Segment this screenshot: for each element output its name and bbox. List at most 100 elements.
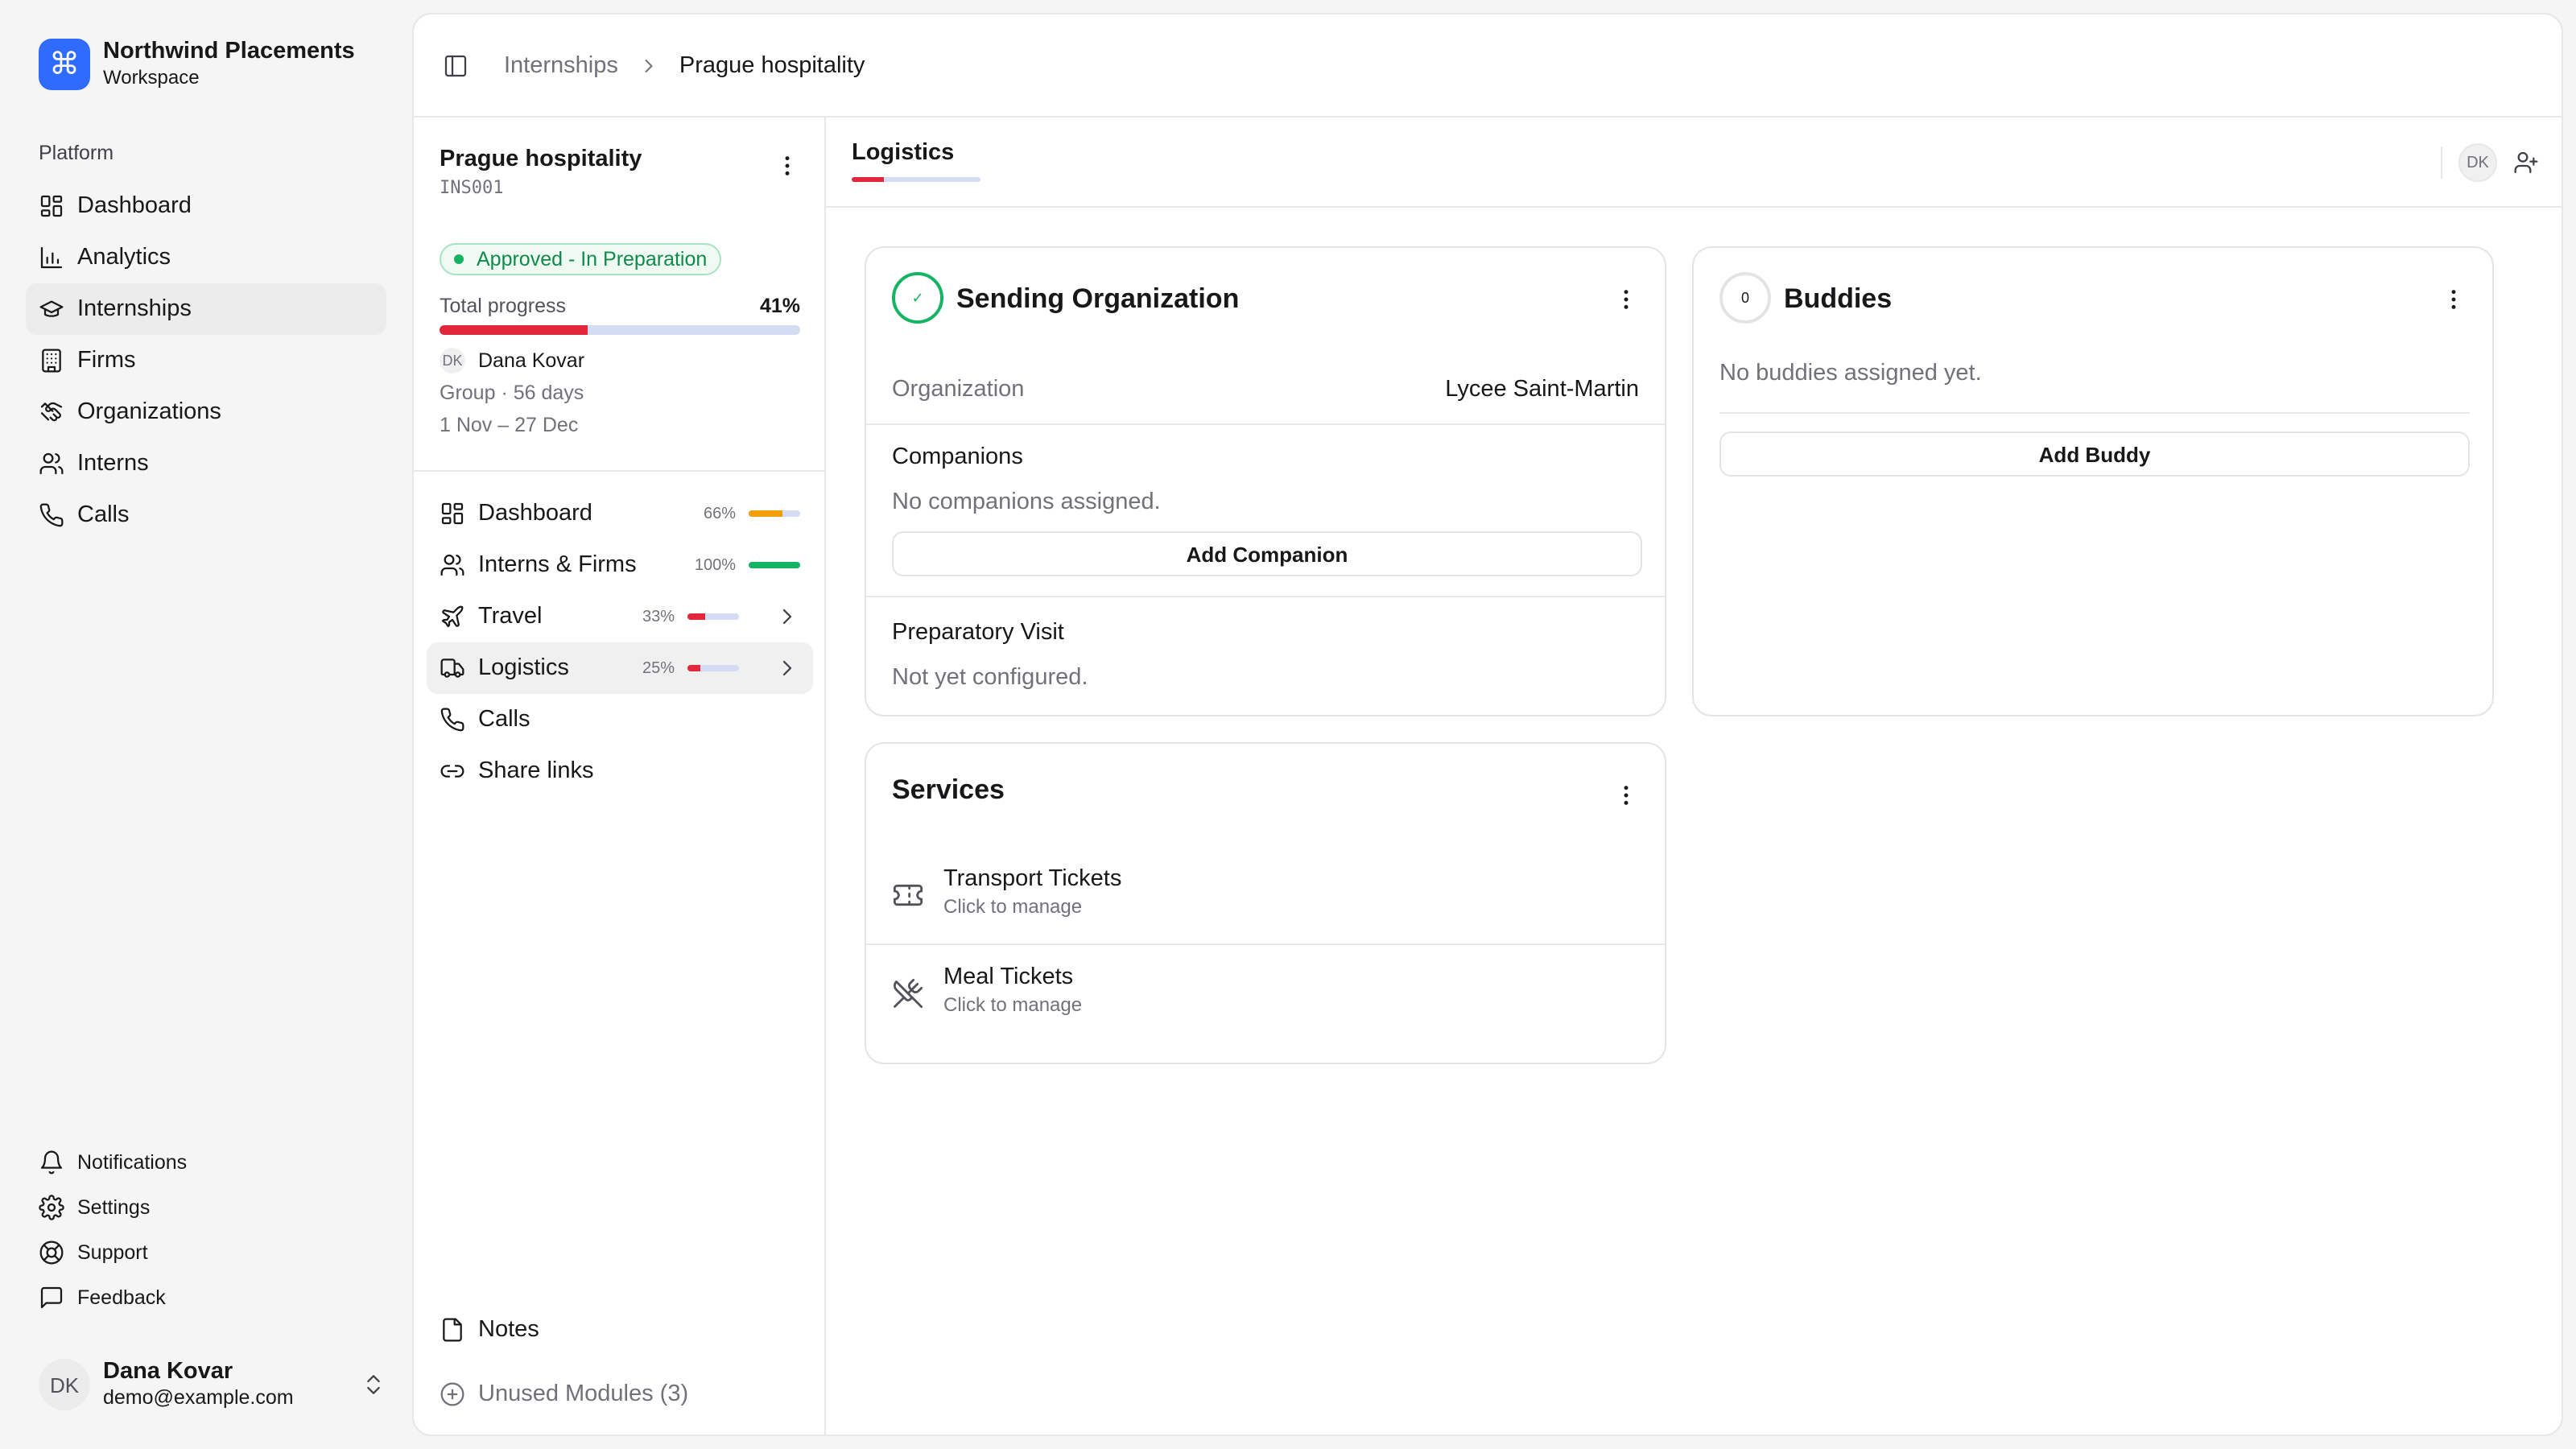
internship-meta: Group · 56 days	[440, 382, 584, 404]
module-item-logistics[interactable]: Logistics 25%	[427, 642, 813, 694]
user-name: Dana Kovar	[103, 1359, 233, 1385]
sidebar-item-firms[interactable]: Firms	[26, 335, 386, 386]
module-label: Calls	[478, 707, 530, 733]
module-progress-fill	[687, 613, 705, 620]
sidebar-item-calls[interactable]: Calls	[26, 489, 386, 541]
status-text: Approved - In Preparation	[477, 248, 708, 270]
user-email: demo@example.com	[103, 1386, 294, 1409]
sidebar-toggle-icon[interactable]	[443, 52, 469, 78]
divider	[2441, 147, 2442, 179]
module-percent: 25%	[642, 659, 675, 677]
add-buddy-button[interactable]: Add Buddy	[1719, 431, 2470, 477]
user-menu[interactable]: DK Dana Kovar demo@example.com	[39, 1359, 386, 1410]
sidebar-item-analytics[interactable]: Analytics	[26, 232, 386, 283]
divider	[866, 596, 1665, 597]
chevron-right-icon[interactable]	[774, 655, 800, 681]
chevron-right-icon[interactable]	[774, 604, 800, 630]
link-icon	[440, 758, 465, 784]
bell-icon	[39, 1150, 64, 1175]
total-progress-bar	[440, 325, 800, 335]
internship-dates: 1 Nov – 27 Dec	[440, 414, 579, 436]
sidebar-item-settings[interactable]: Settings	[26, 1185, 386, 1230]
module-label: Interns & Firms	[478, 552, 637, 578]
add-companion-button[interactable]: Add Companion	[892, 531, 1642, 576]
sidebar-item-label: Firms	[77, 348, 136, 374]
more-vertical-icon[interactable]	[1613, 782, 1639, 808]
tab-logistics[interactable]: Logistics	[852, 140, 954, 166]
module-item-travel[interactable]: Travel 33%	[427, 591, 813, 642]
sidebar-item-label: Feedback	[77, 1286, 166, 1309]
status-dot-icon	[454, 254, 464, 264]
breadcrumb-internships[interactable]: Internships	[504, 52, 618, 78]
service-meal-tickets[interactable]: Meal Tickets Click to manage	[892, 964, 1082, 1016]
unused-modules-link[interactable]: Unused Modules (3)	[440, 1381, 688, 1407]
module-percent: 33%	[642, 608, 675, 625]
sidebar-item-label: Interns	[77, 451, 149, 477]
module-progress-bar	[749, 562, 800, 568]
chevron-right-icon	[638, 54, 660, 76]
check-circle-icon: ✓	[892, 272, 943, 324]
sidebar-item-support[interactable]: Support	[26, 1230, 386, 1275]
sidebar-item-label: Calls	[77, 502, 130, 528]
total-progress-fill	[440, 325, 588, 335]
internship-duration: 56 days	[513, 382, 584, 404]
tab-header: Logistics DK	[826, 118, 2562, 208]
notes-link[interactable]: Notes	[440, 1317, 539, 1343]
user-plus-icon[interactable]	[2513, 150, 2539, 175]
main-panel: Internships Prague hospitality Prague ho…	[412, 13, 2563, 1436]
grid-icon	[39, 193, 64, 219]
module-item-dashboard[interactable]: Dashboard 66%	[427, 488, 813, 539]
card-title: Services	[892, 774, 1005, 805]
owner-avatar: DK	[440, 348, 465, 374]
workspace-switcher[interactable]: ⌘ Northwind Placements Workspace	[39, 39, 355, 90]
sidebar-item-notifications[interactable]: Notifications	[26, 1140, 386, 1185]
more-vertical-icon[interactable]	[2441, 287, 2467, 312]
lifebuoy-icon	[39, 1240, 64, 1265]
workspace-logo-icon: ⌘	[39, 39, 90, 90]
meta-separator: ·	[501, 382, 514, 404]
sidebar-item-dashboard[interactable]: Dashboard	[26, 180, 386, 232]
service-transport-tickets[interactable]: Transport Tickets Click to manage	[892, 866, 1121, 918]
more-vertical-icon[interactable]	[1613, 287, 1639, 312]
module-progress-bar	[687, 613, 739, 620]
notes-label: Notes	[478, 1317, 539, 1343]
avatar[interactable]: DK	[2458, 143, 2497, 182]
services-card: Services Transport Tickets Click to mana…	[865, 742, 1666, 1064]
sidebar-item-feedback[interactable]: Feedback	[26, 1275, 386, 1320]
topbar: Internships Prague hospitality	[414, 14, 2562, 118]
status-badge: Approved - In Preparation	[440, 243, 722, 275]
module-item-interns-firms[interactable]: Interns & Firms 100%	[427, 539, 813, 591]
module-label: Share links	[478, 758, 594, 784]
sidebar-item-label: Notifications	[77, 1151, 188, 1174]
module-item-share-links[interactable]: Share links	[427, 745, 813, 797]
divider	[866, 423, 1665, 425]
organization-value: Lycee Saint-Martin	[1445, 377, 1639, 402]
divider	[1719, 412, 2470, 414]
module-label: Logistics	[478, 655, 569, 681]
breadcrumb-current: Prague hospitality	[679, 52, 865, 78]
internship-title: Prague hospitality	[440, 147, 642, 172]
grid-icon	[440, 501, 465, 526]
sidebar-item-interns[interactable]: Interns	[26, 438, 386, 489]
total-progress-value: 41%	[759, 295, 800, 317]
service-subtitle: Click to manage	[943, 993, 1083, 1016]
card-title: Sending Organization	[956, 283, 1240, 314]
phone-icon	[39, 502, 64, 528]
sending-organization-card: ✓ Sending Organization Organization Lyce…	[865, 246, 1666, 716]
sidebar-item-internships[interactable]: Internships	[26, 283, 386, 335]
divider	[866, 943, 1665, 945]
chevrons-up-down-icon	[361, 1372, 386, 1397]
more-vertical-icon[interactable]	[774, 153, 800, 179]
service-title: Meal Tickets	[943, 964, 1074, 990]
sidebar-item-organizations[interactable]: Organizations	[26, 386, 386, 438]
phone-icon	[440, 707, 465, 733]
logistics-content: Logistics DK ✓ Sending Organization Orga…	[826, 118, 2562, 1435]
buddies-empty: No buddies assigned yet.	[1719, 361, 1982, 386]
plus-circle-icon	[440, 1381, 465, 1407]
module-item-calls[interactable]: Calls	[427, 694, 813, 745]
module-label: Dashboard	[478, 501, 592, 526]
module-percent: 66%	[703, 505, 736, 522]
total-progress-label: Total progress	[440, 295, 567, 317]
sidebar-item-label: Internships	[77, 296, 192, 322]
file-icon	[440, 1317, 465, 1343]
